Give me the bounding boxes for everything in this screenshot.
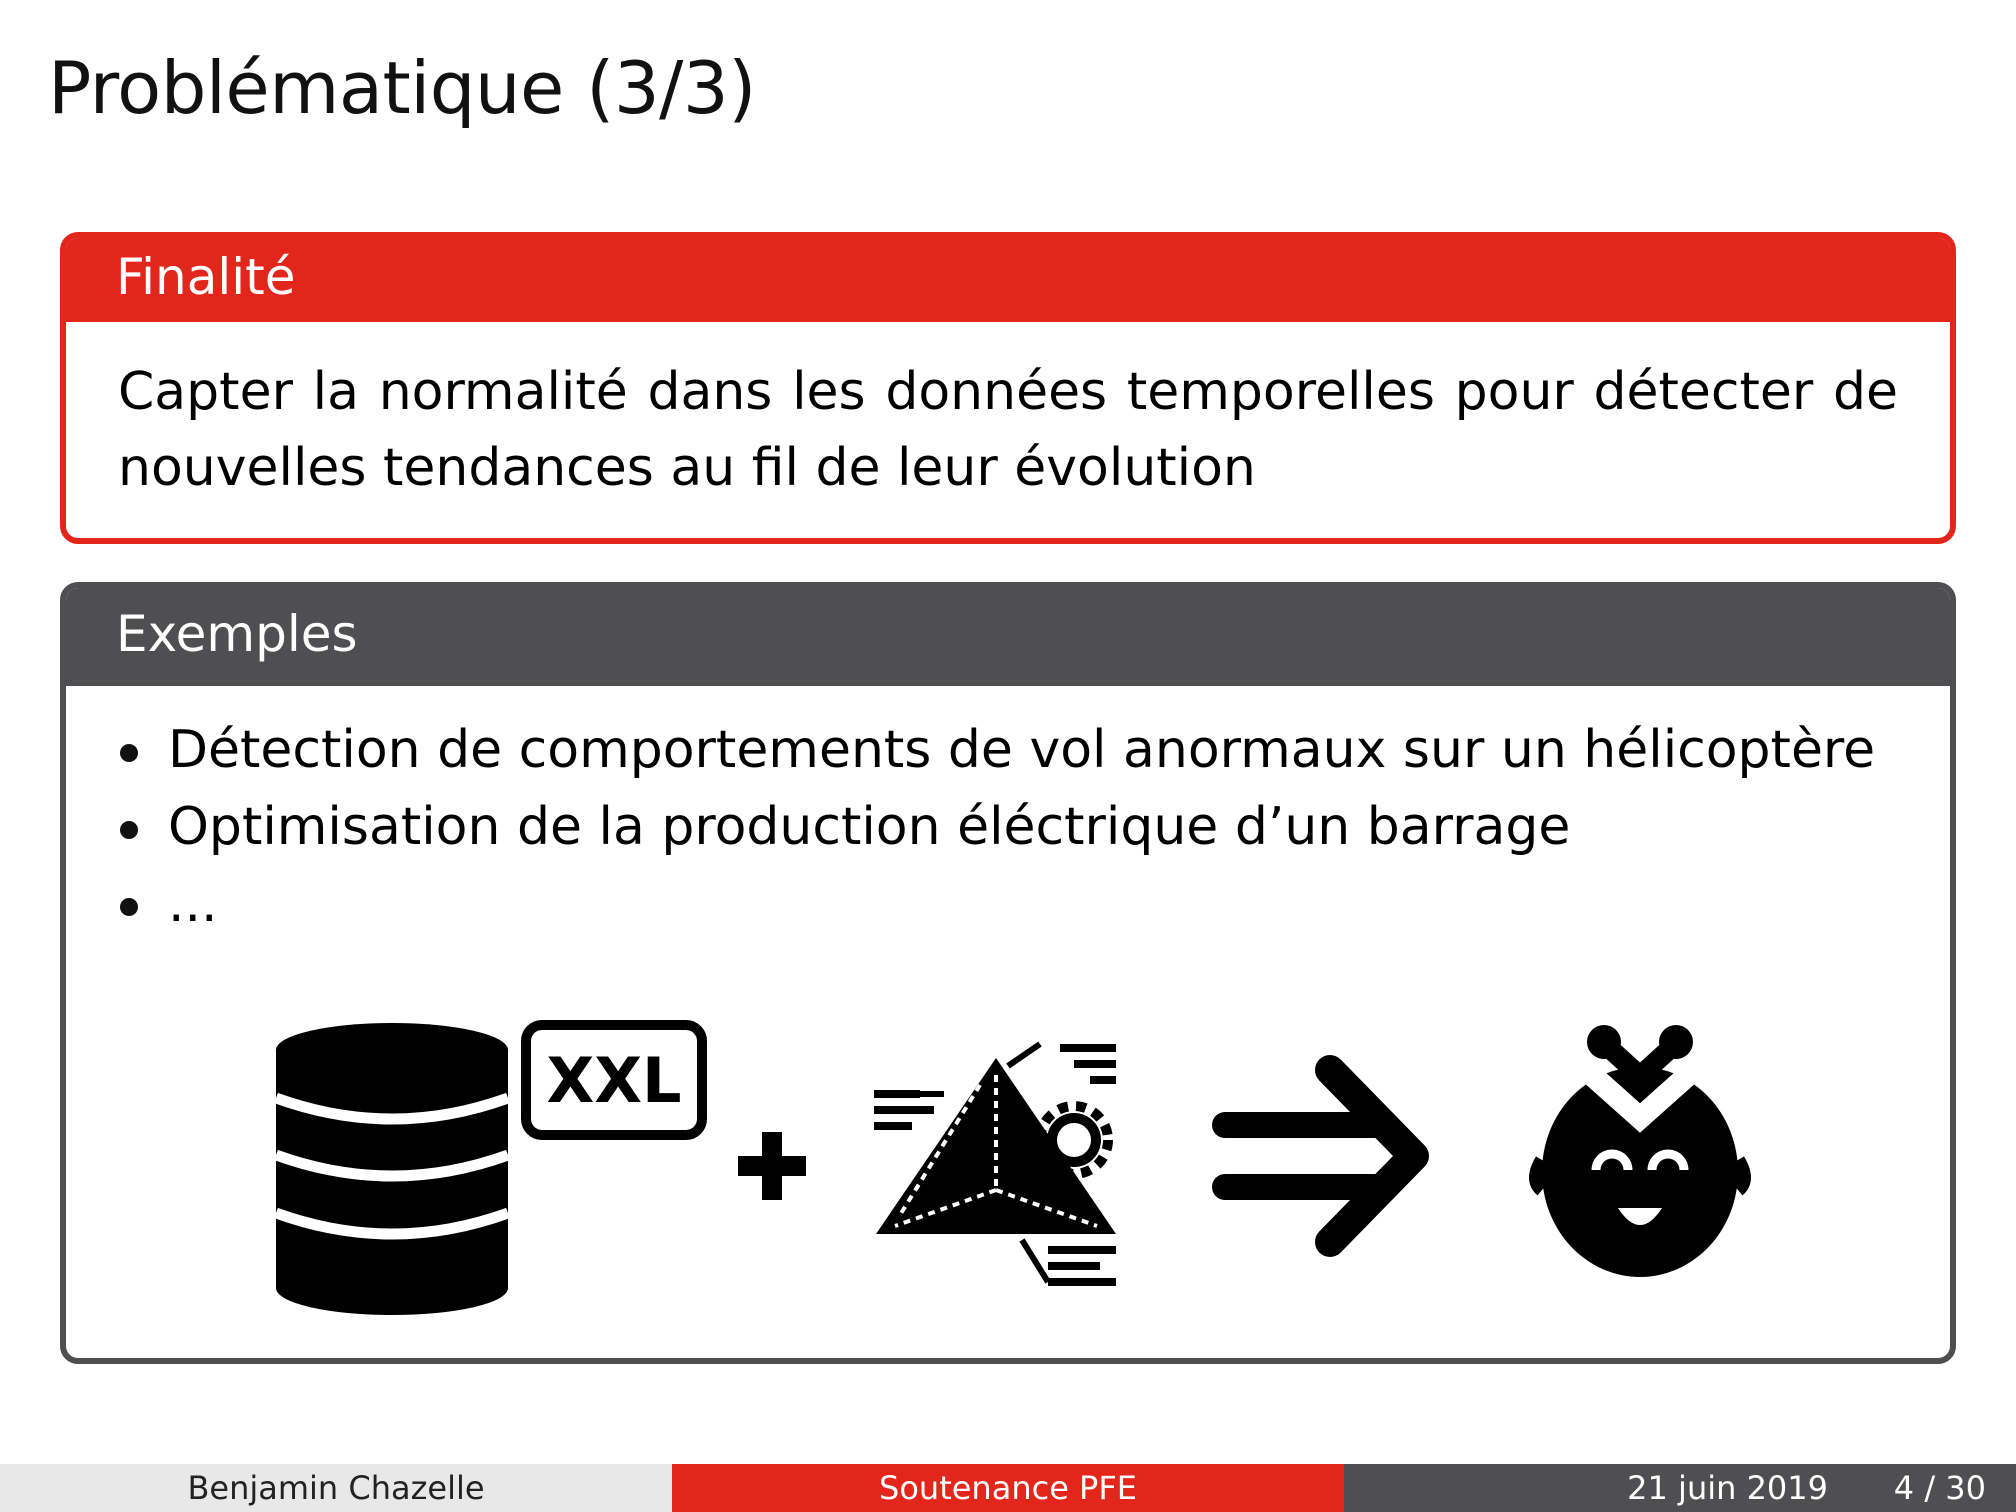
illustration: XXL xyxy=(274,1020,1751,1315)
footer-page-number: 4 / 30 xyxy=(1893,1469,1986,1507)
pyramid-model-icon xyxy=(874,1041,1116,1286)
happy-face-with-heart-icon xyxy=(1529,1025,1751,1277)
footer-date: 21 juin 2019 xyxy=(1627,1469,1828,1507)
footer-event: Soutenance PFE xyxy=(672,1464,1344,1512)
database-icon xyxy=(274,1023,510,1315)
xxl-label: XXL xyxy=(546,1044,681,1117)
arrow-right-icon xyxy=(1212,1055,1429,1257)
footer-bar: Benjamin Chazelle Soutenance PFE 21 juin… xyxy=(0,1464,2016,1512)
footer-date-page: 21 juin 2019 4 / 30 xyxy=(1344,1464,2016,1512)
footer-author: Benjamin Chazelle xyxy=(0,1464,672,1512)
xxl-tag-icon: XXL xyxy=(521,1020,707,1140)
plus-icon xyxy=(738,1132,806,1200)
